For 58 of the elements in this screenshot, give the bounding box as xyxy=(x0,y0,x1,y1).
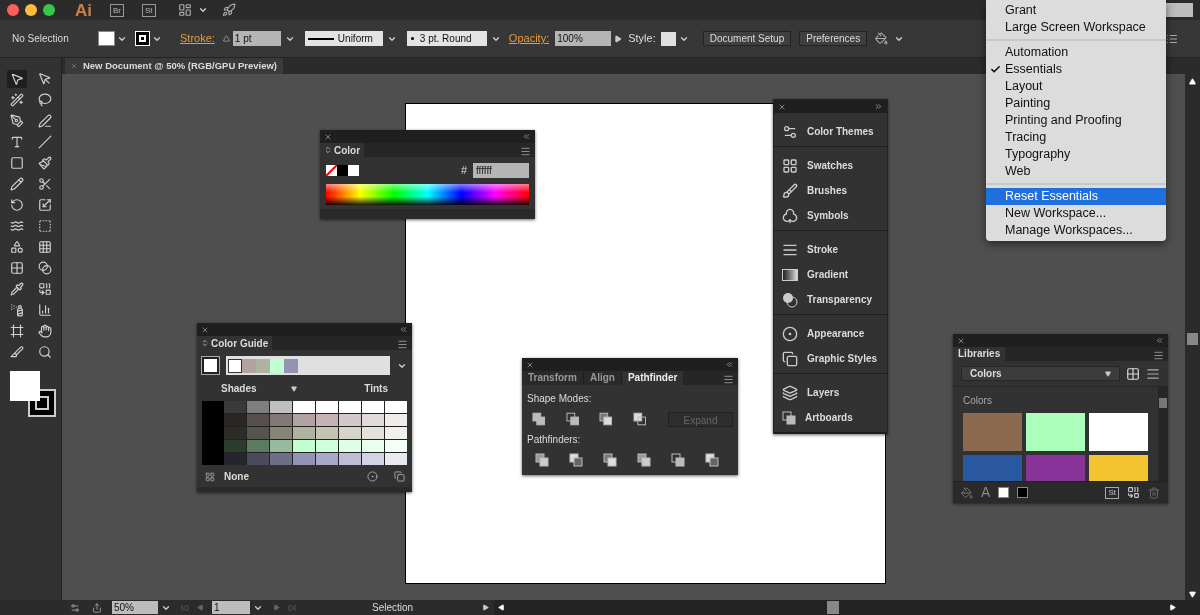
hex-field[interactable]: ffffff xyxy=(473,162,529,178)
menu-item[interactable]: Grant xyxy=(986,2,1166,19)
opacity-field[interactable]: 100% xyxy=(555,31,612,46)
profile-dropdown[interactable]: Uniform xyxy=(304,31,383,46)
panel-tab[interactable]: Align xyxy=(583,371,622,385)
panel-tab[interactable]: Color xyxy=(320,143,365,157)
library-dropdown[interactable]: Colors xyxy=(961,366,1120,381)
panel-tab[interactable]: Pathfinder xyxy=(621,371,684,385)
menu-item[interactable]: Web xyxy=(986,163,1166,180)
menu-item[interactable]: Reset Essentials xyxy=(986,188,1166,205)
panel-tab[interactable]: Color Guide xyxy=(197,336,273,350)
document-tab[interactable]: New Document @ 50% (RGB/GPU Preview) xyxy=(65,58,283,74)
menu-item[interactable]: Large Screen Workspace xyxy=(986,19,1166,36)
menu-item[interactable]: Manage Workspaces... xyxy=(986,222,1166,239)
stock-badge[interactable]: St xyxy=(1105,486,1119,499)
menu-item[interactable]: Printing and Proofing xyxy=(986,112,1166,129)
section-label: Shape Modes: xyxy=(527,393,592,404)
menu-item[interactable]: Typography xyxy=(986,146,1166,163)
app-logo: Ai xyxy=(75,1,92,19)
stroke-weight-field[interactable]: 1 pt xyxy=(232,31,281,46)
zoom-field[interactable]: 50% xyxy=(112,601,158,614)
dock-item[interactable]: Appearance xyxy=(774,321,887,346)
menu-item[interactable]: Essentials xyxy=(986,61,1166,78)
tints-label: Tints xyxy=(364,382,388,396)
selection-label: No Selection xyxy=(12,32,70,46)
dock-item[interactable]: Artboards xyxy=(774,405,887,430)
section-label: Colors xyxy=(963,395,992,406)
current-tool-label[interactable]: Selection xyxy=(372,600,482,615)
dock-item[interactable]: Color Themes xyxy=(774,119,887,144)
dock-item[interactable]: Stroke xyxy=(774,237,887,262)
toolbar-button[interactable]: Preferences xyxy=(799,31,868,46)
dock-item[interactable]: Swatches xyxy=(774,153,887,178)
dock-item[interactable]: Symbols xyxy=(774,203,887,228)
section-label: Pathfinders: xyxy=(527,432,582,447)
menu-item[interactable]: New Workspace... xyxy=(986,205,1166,222)
dock-item[interactable]: Transparency xyxy=(774,287,887,312)
stroke-link[interactable]: Stroke: xyxy=(180,30,215,47)
dock-item[interactable]: Graphic Styles xyxy=(774,346,887,371)
brush-dropdown[interactable]: 3 pt. Round xyxy=(406,31,487,46)
app-badge[interactable]: Br xyxy=(110,3,124,17)
character-style-icon[interactable]: A xyxy=(981,482,991,503)
color-group-label: None xyxy=(224,470,249,484)
opacity-link[interactable]: Opacity: xyxy=(508,30,550,47)
dock-item[interactable]: Brushes xyxy=(774,178,887,203)
app-badge[interactable]: St xyxy=(142,3,156,17)
shades-label: Shades xyxy=(221,382,257,396)
menu-item[interactable]: Layout xyxy=(986,78,1166,95)
hex-label: # xyxy=(460,163,467,178)
style-label: Style: xyxy=(628,31,656,47)
panel-tab[interactable]: Transform xyxy=(522,371,584,385)
artboard-field[interactable]: 1 xyxy=(212,601,250,614)
dock-item[interactable]: Layers xyxy=(774,380,887,405)
menu-item[interactable]: Automation xyxy=(986,44,1166,61)
menu-item[interactable]: Tracing xyxy=(986,129,1166,146)
dock-item[interactable]: Gradient xyxy=(774,262,887,287)
panel-tab[interactable]: Libraries xyxy=(953,347,1006,361)
menu-item[interactable]: Painting xyxy=(986,95,1166,112)
toolbar-button[interactable]: Document Setup xyxy=(702,31,792,46)
